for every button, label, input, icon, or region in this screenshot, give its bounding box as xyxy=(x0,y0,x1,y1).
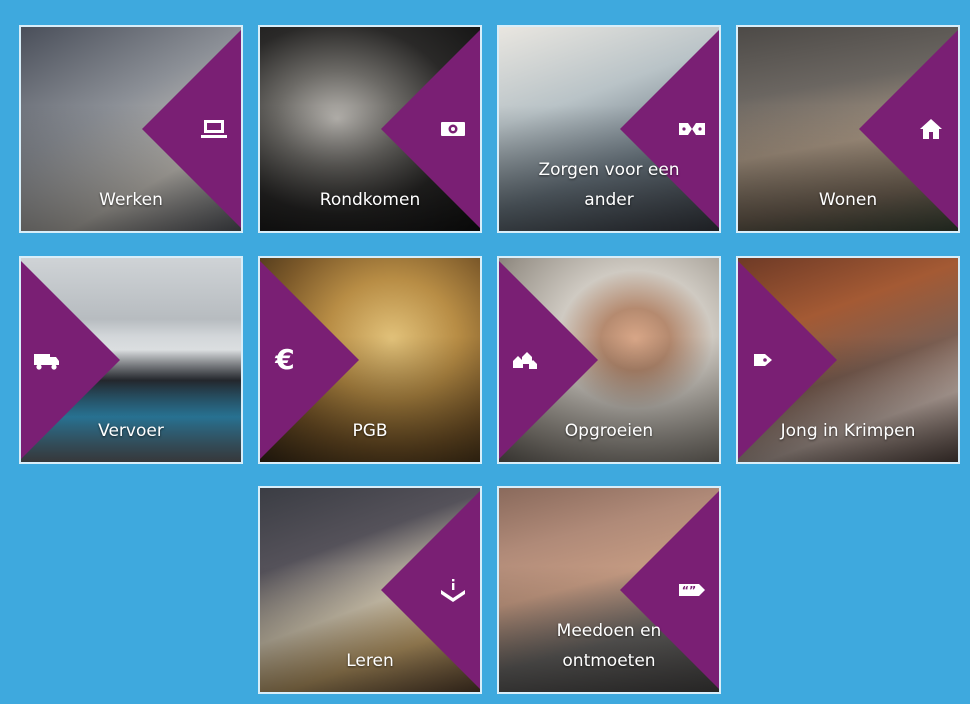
truck-icon xyxy=(29,343,63,377)
houses-icon xyxy=(507,343,541,377)
tile-opgroeien[interactable]: Opgroeien xyxy=(497,256,721,464)
tile-label: Rondkomen xyxy=(319,190,421,210)
tile-label: Wonen xyxy=(818,190,878,210)
tag-icon xyxy=(746,343,780,377)
tile-meedoen-en-ontmoeten[interactable]: “” Meedoen en ontmoeten xyxy=(497,486,721,694)
tile-zorgen-voor-een-ander[interactable]: Zorgen voor een ander xyxy=(497,25,721,233)
euro-icon: € xyxy=(275,343,295,376)
tile-werken[interactable]: Werken xyxy=(19,25,243,233)
tile-label: Werken xyxy=(99,190,163,210)
tile-label: PGB xyxy=(352,421,388,441)
tile-label: Meedoen en ontmoeten xyxy=(556,621,662,671)
link-icon xyxy=(675,112,709,146)
banknote-icon xyxy=(436,112,470,146)
tile-label: Zorgen voor een ander xyxy=(538,160,680,210)
tile-label: Leren xyxy=(346,651,394,671)
house-icon xyxy=(914,112,948,146)
quote-tag-icon: “” xyxy=(675,573,709,607)
tile-wonen[interactable]: Wonen xyxy=(736,25,960,233)
tile-rondkomen[interactable]: Rondkomen xyxy=(258,25,482,233)
info-inbox-icon xyxy=(436,573,470,607)
computer-icon xyxy=(197,112,231,146)
tile-label: Vervoer xyxy=(98,421,164,441)
tile-vervoer[interactable]: Vervoer xyxy=(19,256,243,464)
tile-jong-in-krimpen[interactable]: Jong in Krimpen xyxy=(736,256,960,464)
tile-pgb[interactable]: € PGB xyxy=(258,256,482,464)
svg-text:“”: “” xyxy=(682,584,696,597)
tile-label: Opgroeien xyxy=(564,421,654,441)
tile-label: Jong in Krimpen xyxy=(780,421,916,441)
tile-leren[interactable]: Leren xyxy=(258,486,482,694)
